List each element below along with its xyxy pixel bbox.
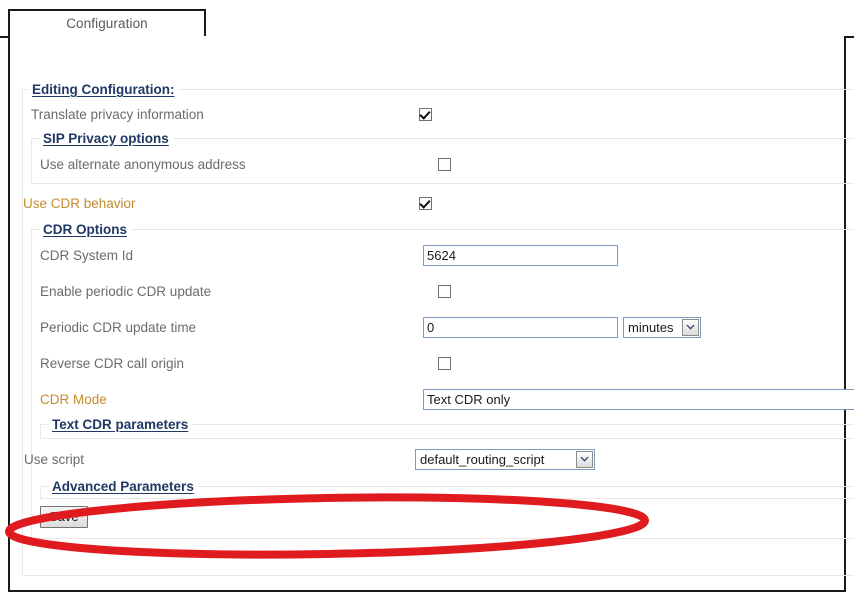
tab-configuration[interactable]: Configuration [8,9,206,36]
checkbox-glyph-unchecked [438,158,451,171]
form-actions: Save [32,499,854,538]
label-periodic-cdr-update-time: Periodic CDR update time [32,320,196,335]
select-use-script[interactable]: default_routing_script [415,449,595,470]
input-periodic-cdr-update-time[interactable] [423,317,618,338]
chevron-down-icon [576,451,593,468]
label-enable-periodic-cdr-update: Enable periodic CDR update [32,284,211,299]
row-translate-privacy-information: Translate privacy information [23,97,854,131]
checkbox-glyph-checked [419,108,432,121]
checkbox-glyph-checked [419,197,432,210]
row-use-cdr-behavior: Use CDR behavior [23,184,854,222]
label-cdr-system-id: CDR System Id [32,248,133,263]
select-use-script-value: default_routing_script [420,452,576,467]
text-cdr-parameters-fieldset: Text CDR parameters [40,417,854,439]
label-use-alternate-anonymous-address: Use alternate anonymous address [32,157,246,172]
editing-configuration-legend: Editing Configuration: [29,82,178,97]
configuration-page-frame: Editing Configuration: Translate privacy… [8,36,846,592]
row-enable-periodic-cdr-update: Enable periodic CDR update [32,273,854,309]
tab-configuration-label: Configuration [66,16,148,31]
row-reverse-cdr-call-origin: Reverse CDR call origin [32,345,854,381]
checkbox-glyph-unchecked [438,285,451,298]
checkbox-enable-periodic-cdr-update[interactable] [438,285,451,298]
sip-privacy-options-legend: SIP Privacy options [40,131,173,146]
row-use-script: Use script default_routing_script [32,439,854,479]
sip-privacy-options-fieldset: SIP Privacy options Use alternate anonym… [31,131,854,184]
label-cdr-mode: CDR Mode [32,392,107,407]
select-periodic-cdr-update-time-unit-value: minutes [628,320,682,335]
row-periodic-cdr-update-time: Periodic CDR update time minutes [32,309,854,345]
row-cdr-system-id: CDR System Id [32,237,854,273]
field-cdr-mode[interactable]: Text CDR only [423,389,854,410]
label-reverse-cdr-call-origin: Reverse CDR call origin [32,356,184,371]
advanced-parameters-legend: Advanced Parameters [49,479,198,494]
field-use-script[interactable]: default_routing_script [415,449,595,470]
input-cdr-system-id[interactable] [423,245,618,266]
label-use-script: Use script [24,452,84,467]
label-translate-privacy-information: Translate privacy information [23,107,204,122]
tab-strip: Configuration [0,0,854,38]
checkbox-use-alternate-anonymous-address[interactable] [438,158,451,171]
checkbox-reverse-cdr-call-origin[interactable] [438,357,451,370]
label-use-cdr-behavior: Use CDR behavior [23,196,136,211]
field-periodic-cdr-update-time[interactable]: minutes [423,317,701,338]
select-periodic-cdr-update-time-unit[interactable]: minutes [623,317,701,338]
checkbox-translate-privacy-information[interactable] [419,108,432,121]
select-cdr-mode-value[interactable]: Text CDR only [423,389,854,410]
save-button[interactable]: Save [40,506,88,528]
checkbox-glyph-unchecked [438,357,451,370]
row-cdr-mode: CDR Mode Text CDR only [32,381,854,417]
row-use-alternate-anonymous-address: Use alternate anonymous address [32,146,854,183]
text-cdr-parameters-legend: Text CDR parameters [49,417,192,432]
cdr-options-legend: CDR Options [40,222,131,237]
advanced-parameters-fieldset: Advanced Parameters [40,479,854,499]
cdr-options-fieldset: CDR Options CDR System Id Enable periodi… [31,222,854,539]
editing-configuration-fieldset: Editing Configuration: Translate privacy… [22,82,854,576]
chevron-down-icon [682,319,699,336]
field-cdr-system-id[interactable] [423,245,618,266]
checkbox-use-cdr-behavior[interactable] [419,197,432,210]
